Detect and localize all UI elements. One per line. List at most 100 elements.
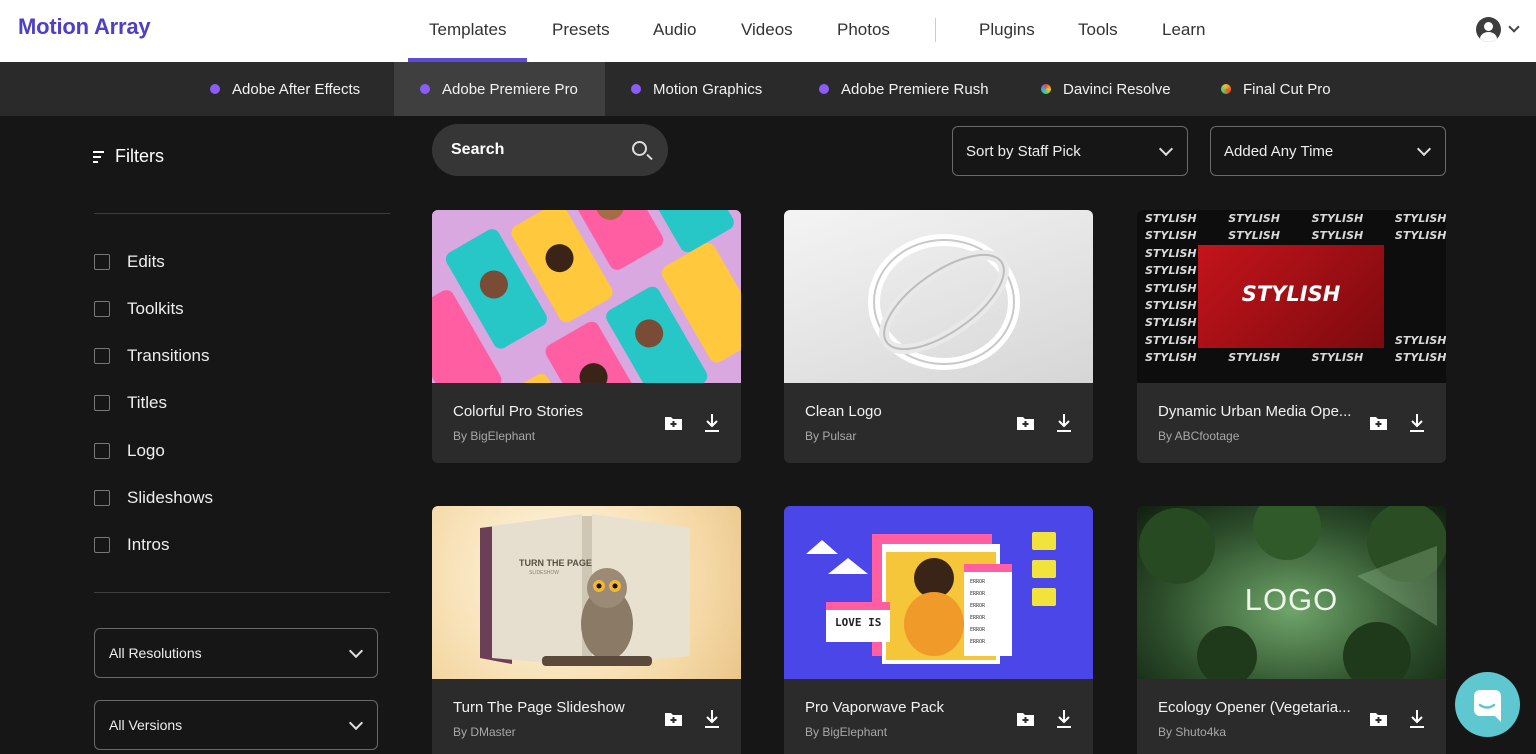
add-to-folder-icon[interactable]	[1369, 415, 1388, 431]
app-davinci-resolve[interactable]: Davinci Resolve	[1041, 62, 1171, 116]
app-premiere-rush[interactable]: Adobe Premiere Rush	[819, 62, 989, 116]
card-info: Turn The Page Slideshow By DMaster	[432, 679, 741, 754]
logo-reveal-text: LOGO	[1244, 582, 1339, 617]
filter-intros[interactable]: Intros	[94, 535, 170, 555]
card-title[interactable]: Colorful Pro Stories	[453, 403, 583, 420]
vaporwave-thumbnail-art	[806, 532, 1056, 664]
card-author[interactable]: By ABCfootage	[1158, 429, 1239, 443]
checkbox[interactable]	[94, 537, 110, 553]
resolution-dropdown[interactable]: All Resolutions	[94, 628, 378, 678]
checkbox[interactable]	[94, 443, 110, 459]
download-icon[interactable]	[1056, 709, 1072, 729]
filter-titles[interactable]: Titles	[94, 393, 167, 413]
card-thumbnail[interactable]: LOVE IS ERROR ERROR ERROR ERROR ERROR ERROR	[784, 506, 1093, 679]
chat-launcher-button[interactable]	[1455, 672, 1520, 737]
card-title[interactable]: Clean Logo	[805, 403, 882, 420]
app-dot-icon	[1221, 84, 1231, 94]
download-icon[interactable]	[1409, 413, 1425, 433]
card-author[interactable]: By DMaster	[453, 725, 516, 739]
filter-transitions[interactable]: Transitions	[94, 346, 210, 366]
checkbox[interactable]	[94, 490, 110, 506]
app-dot-icon	[420, 84, 430, 94]
add-to-folder-icon[interactable]	[1369, 711, 1388, 727]
checkbox-label: Titles	[127, 393, 167, 412]
template-card[interactable]: LOVE IS ERROR ERROR ERROR ERROR ERROR ERROR P…	[784, 506, 1093, 754]
checkbox-label: Toolkits	[127, 299, 184, 318]
checkbox[interactable]	[94, 348, 110, 364]
clean-logo-thumbnail-art	[868, 234, 1020, 370]
app-motion-graphics[interactable]: Motion Graphics	[631, 62, 762, 116]
checkbox[interactable]	[94, 395, 110, 411]
chevron-down-icon	[348, 643, 364, 659]
app-final-cut-pro[interactable]: Final Cut Pro	[1221, 62, 1331, 116]
checkbox[interactable]	[94, 254, 110, 270]
app-label: Adobe Premiere Pro	[442, 80, 578, 98]
card-author[interactable]: By Pulsar	[805, 429, 856, 443]
sort-dropdown[interactable]: Sort by Staff Pick	[952, 126, 1188, 176]
app-dot-icon	[210, 84, 220, 94]
add-to-folder-icon[interactable]	[1016, 711, 1035, 727]
search-icon[interactable]	[632, 141, 647, 156]
sidebar-divider	[94, 592, 390, 593]
template-card[interactable]: LOGO Ecology Opener (Vegetaria... By Shu…	[1137, 506, 1446, 754]
card-title[interactable]: Ecology Opener (Vegetaria...	[1158, 699, 1351, 716]
card-thumbnail[interactable]: TURN THE PAGE SLIDESHOW	[432, 506, 741, 679]
nav-learn[interactable]: Learn	[1162, 20, 1205, 40]
download-icon[interactable]	[704, 413, 720, 433]
template-card[interactable]: TURN THE PAGE SLIDESHOW Turn The Page Sl…	[432, 506, 741, 754]
nav-photos[interactable]: Photos	[837, 20, 890, 40]
filters-label: Filters	[115, 146, 164, 166]
version-dropdown[interactable]: All Versions	[94, 700, 378, 750]
app-premiere-pro[interactable]: Adobe Premiere Pro	[394, 62, 605, 116]
download-icon[interactable]	[1056, 413, 1072, 433]
card-author[interactable]: By Shuto4ka	[1158, 725, 1226, 739]
card-author[interactable]: By BigElephant	[453, 429, 535, 443]
card-title[interactable]: Turn The Page Slideshow	[453, 699, 625, 716]
chat-icon	[1474, 690, 1501, 722]
nav-audio[interactable]: Audio	[653, 20, 696, 40]
template-card[interactable]: STYLISH STYLISH STYLISH STYLISH STYLISH …	[1137, 210, 1446, 463]
stories-thumbnail-art	[432, 210, 741, 383]
download-icon[interactable]	[704, 709, 720, 729]
nav-tools[interactable]: Tools	[1078, 20, 1118, 40]
card-author[interactable]: By BigElephant	[805, 725, 887, 739]
card-thumbnail[interactable]	[784, 210, 1093, 383]
checkbox[interactable]	[94, 301, 110, 317]
dropdown-value: Added Any Time	[1224, 142, 1334, 160]
filters-heading[interactable]: Filters	[93, 146, 164, 167]
card-title[interactable]: Dynamic Urban Media Ope...	[1158, 403, 1351, 420]
card-thumbnail[interactable]	[432, 210, 741, 383]
book-thumbnail-art	[480, 514, 690, 666]
add-to-folder-icon[interactable]	[1016, 415, 1035, 431]
date-added-dropdown[interactable]: Added Any Time	[1210, 126, 1446, 176]
add-to-folder-icon[interactable]	[664, 711, 683, 727]
template-card[interactable]: Clean Logo By Pulsar	[784, 210, 1093, 463]
card-info: Ecology Opener (Vegetaria... By Shuto4ka	[1137, 679, 1446, 754]
card-thumbnail[interactable]: STYLISH STYLISH STYLISH STYLISH STYLISH …	[1137, 210, 1446, 383]
nav-templates[interactable]: Templates	[407, 20, 529, 62]
add-to-folder-icon[interactable]	[664, 415, 683, 431]
filter-logo[interactable]: Logo	[94, 441, 165, 461]
checkbox-label: Edits	[127, 252, 165, 271]
card-info: Clean Logo By Pulsar	[784, 383, 1093, 463]
template-card[interactable]: Colorful Pro Stories By BigElephant	[432, 210, 741, 463]
brand-logo[interactable]: Motion Array	[18, 14, 151, 40]
search-input[interactable]: Search	[432, 124, 668, 176]
card-info: Pro Vaporwave Pack By BigElephant	[784, 679, 1093, 754]
chevron-down-icon	[1508, 21, 1520, 33]
account-menu[interactable]	[1476, 17, 1524, 45]
nav-presets[interactable]: Presets	[552, 20, 610, 40]
card-thumbnail[interactable]: LOGO	[1137, 506, 1446, 679]
download-icon[interactable]	[1409, 709, 1425, 729]
app-label: Final Cut Pro	[1243, 80, 1331, 98]
card-info: Dynamic Urban Media Ope... By ABCfootage	[1137, 383, 1446, 463]
app-after-effects[interactable]: Adobe After Effects	[210, 62, 360, 116]
card-title[interactable]: Pro Vaporwave Pack	[805, 699, 944, 716]
nav-plugins[interactable]: Plugins	[979, 20, 1035, 40]
chevron-down-icon	[1416, 141, 1432, 157]
filter-edits[interactable]: Edits	[94, 252, 165, 272]
checkbox-label: Intros	[127, 535, 170, 554]
nav-videos[interactable]: Videos	[741, 20, 793, 40]
filter-slideshows[interactable]: Slideshows	[94, 488, 213, 508]
filter-toolkits[interactable]: Toolkits	[94, 299, 184, 319]
